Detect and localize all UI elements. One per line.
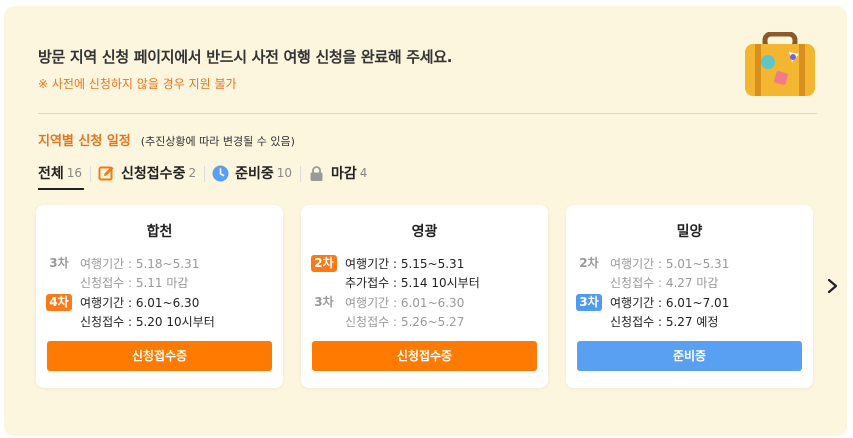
travel-period: 여행기간 : 6.01~6.30 [80, 296, 200, 310]
schedule-note: (추진상황에 따라 변경될 수 있음) [140, 135, 295, 148]
travel-period: 여행기간 : 5.18~5.31 [80, 257, 200, 271]
region-card-yeonggwang: 영광 2차 여행기간 : 5.15~5.31 추가접수 : 5.14 10시부터… [301, 205, 548, 388]
tab-count: 4 [359, 166, 368, 180]
schedule-header: 지역별 신청 일정 (추진상황에 따라 변경될 수 있음) [38, 130, 295, 149]
round-badge: 3차 [314, 295, 334, 309]
travel-period: 여행기간 : 5.01~5.31 [610, 257, 730, 271]
region-card-list: 합천 3차 여행기간 : 5.18~5.31 신청접수 : 5.11 마감 4차… [36, 205, 813, 388]
tab-closed[interactable]: 마감 4 [300, 161, 375, 185]
lock-icon [308, 165, 325, 182]
application-period: 신청접수 : 5.27 예정 [610, 315, 719, 329]
notice-title: 방문 지역 신청 페이지에서 반드시 사전 여행 신청을 완료해 주세요. [38, 48, 453, 66]
region-name: 영광 [411, 224, 438, 240]
section-divider [38, 113, 817, 114]
tab-label: 신청접수중 [121, 166, 186, 182]
accepting-button[interactable]: 신청접수중 [47, 341, 272, 371]
round-badge: 4차 [46, 294, 72, 311]
tab-label: 전체 [38, 166, 64, 182]
tab-count: 10 [276, 166, 293, 180]
application-period: 신청접수 : 5.20 10시부터 [80, 315, 215, 329]
application-period: 신청접수 : 5.11 마감 [80, 276, 189, 290]
round-badge: 3차 [49, 256, 69, 270]
region-name: 밀양 [676, 224, 703, 240]
tab-label: 준비중 [235, 166, 274, 182]
region-card-miryang: 밀양 2차 여행기간 : 5.01~5.31 신청접수 : 4.27 마감 3차… [566, 205, 813, 388]
clock-icon [212, 165, 229, 182]
round-badge: 2차 [579, 256, 599, 270]
tab-count: 2 [188, 166, 197, 180]
notice-warning: ※ 사전에 신청하지 않을 경우 지원 불가 [38, 77, 237, 91]
region-name: 합천 [146, 224, 173, 240]
status-filter-tabs: 전체 16 신청접수중 2 준비중 10 마감 4 [38, 158, 375, 190]
tab-accepting[interactable]: 신청접수중 2 [90, 161, 204, 185]
chevron-right-icon[interactable] [825, 276, 841, 296]
additional-application: 추가접수 : 5.14 10시부터 [345, 276, 480, 290]
accepting-button[interactable]: 신청접수중 [312, 341, 537, 371]
pencil-edit-icon [98, 165, 115, 182]
travel-period: 여행기간 : 5.15~5.31 [345, 257, 465, 271]
round-badge: 3차 [576, 294, 602, 311]
tab-label: 마감 [331, 166, 357, 182]
tab-preparing[interactable]: 준비중 10 [204, 161, 300, 185]
travel-period: 여행기간 : 6.01~6.30 [345, 296, 465, 310]
round-badge: 2차 [311, 255, 337, 272]
tab-all[interactable]: 전체 16 [38, 161, 90, 190]
tab-count: 16 [66, 166, 83, 180]
schedule-title: 지역별 신청 일정 [38, 134, 131, 149]
suitcase-icon [745, 32, 815, 96]
application-period: 신청접수 : 4.27 마감 [610, 276, 719, 290]
region-card-hapcheon: 합천 3차 여행기간 : 5.18~5.31 신청접수 : 5.11 마감 4차… [36, 205, 283, 388]
preparing-button[interactable]: 준비중 [577, 341, 802, 371]
travel-period: 여행기간 : 6.01~7.01 [610, 296, 730, 310]
application-period: 신청접수 : 5.26~5.27 [345, 315, 465, 329]
